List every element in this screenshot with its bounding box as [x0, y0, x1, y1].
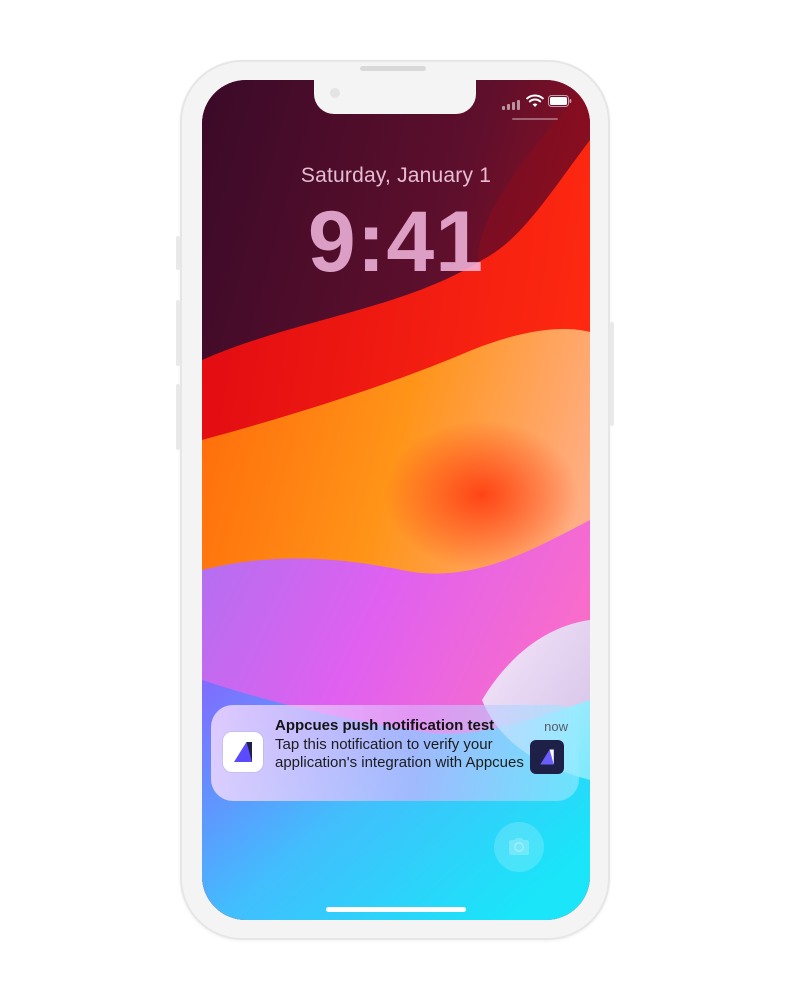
front-camera [330, 88, 340, 98]
volume-up-button [176, 300, 180, 366]
notification-body: Tap this notification to verify your app… [275, 736, 524, 771]
action-button [176, 236, 180, 270]
battery-icon [548, 94, 572, 110]
appcues-logo-icon [540, 749, 554, 765]
earpiece-speaker [360, 66, 426, 71]
notch [314, 80, 476, 114]
volume-down-button [176, 384, 180, 450]
power-button [610, 322, 614, 426]
lock-screen-date: Saturday, January 1 [300, 164, 492, 187]
home-indicator[interactable] [326, 907, 466, 912]
appcues-logo-icon [223, 732, 263, 772]
wifi-icon [526, 94, 544, 110]
notification-title: Appcues push notification test [275, 717, 495, 734]
status-bar-divider [512, 118, 558, 120]
cellular-signal-icon [502, 94, 524, 110]
camera-button[interactable] [494, 822, 544, 872]
camera-icon [509, 838, 529, 855]
notification-timestamp: now [544, 719, 568, 734]
notification-thumbnail [530, 740, 564, 774]
lock-screen-time: 9:41 [307, 194, 485, 290]
